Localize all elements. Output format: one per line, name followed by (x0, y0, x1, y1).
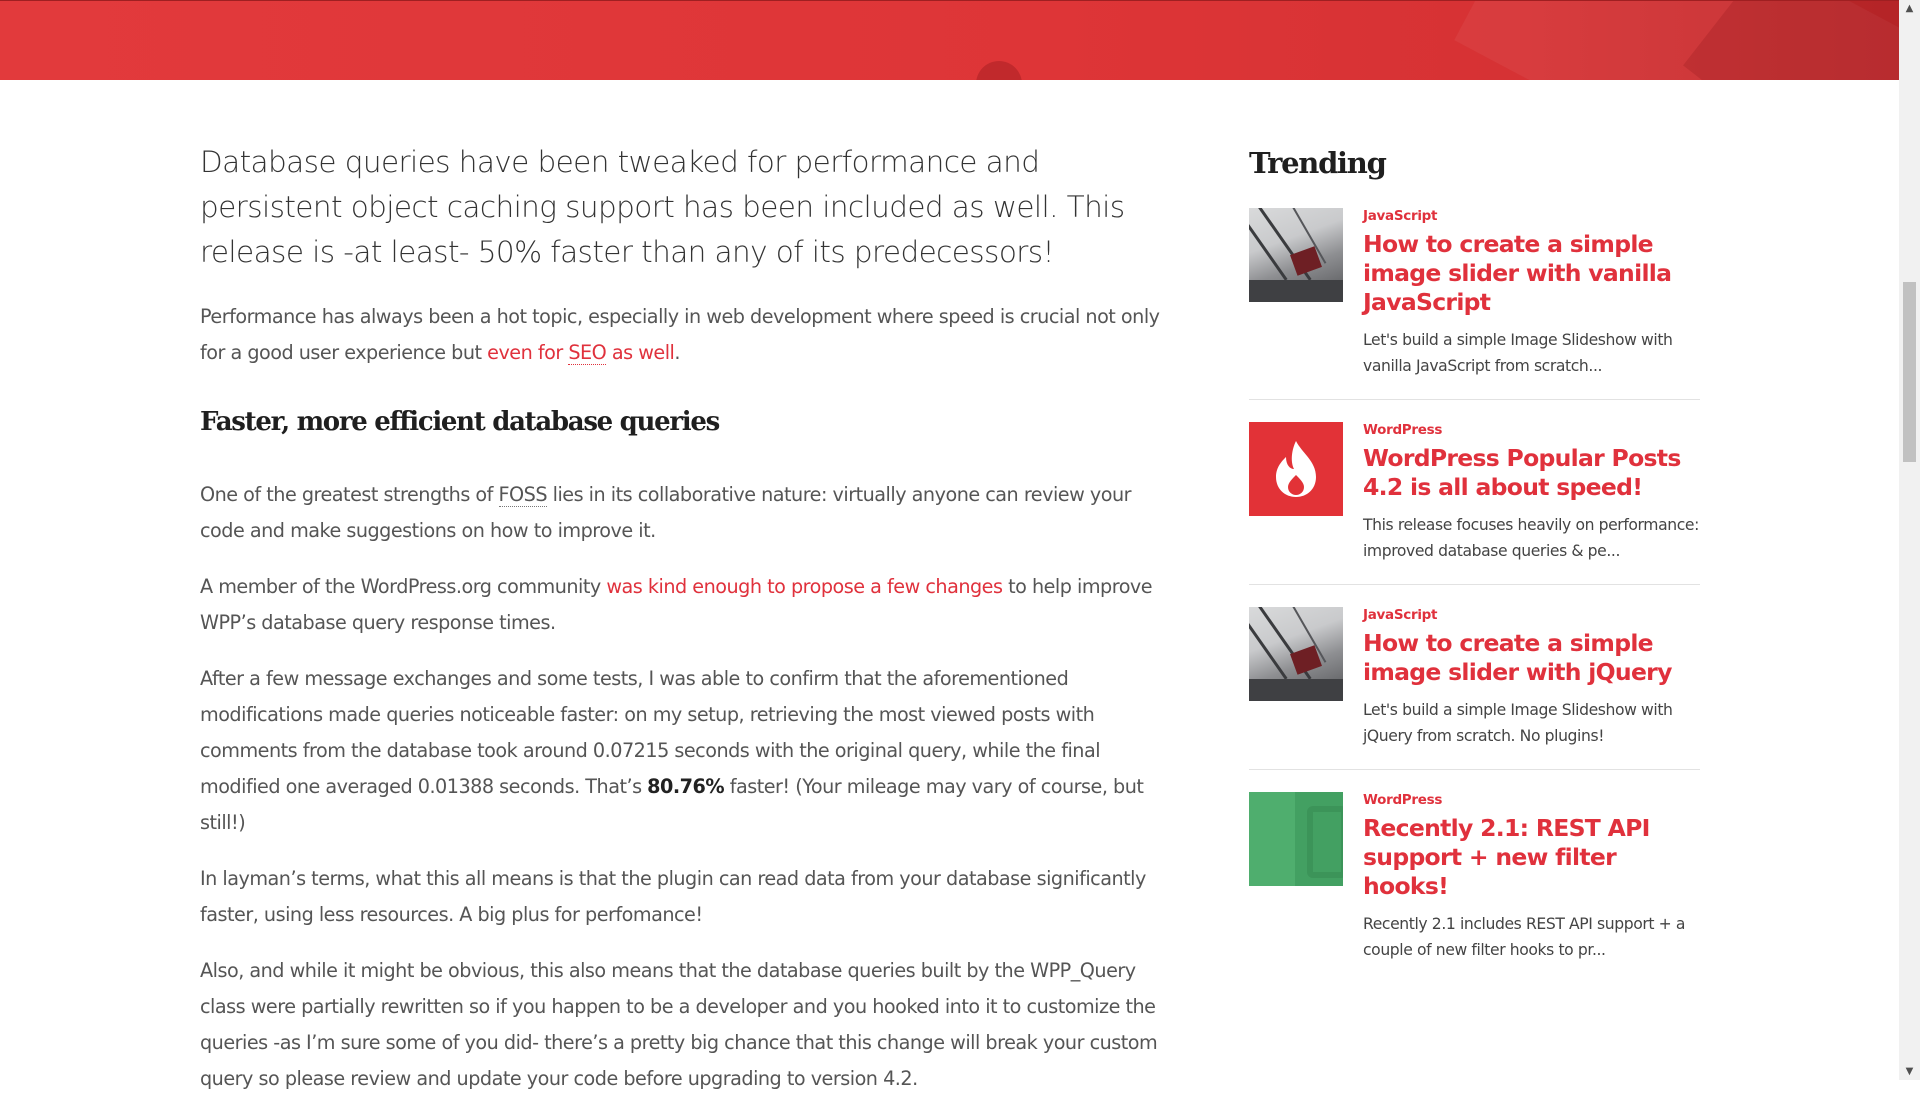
scroll-up-arrow-icon[interactable]: ▲ (1899, 0, 1920, 17)
trending-item: WordPress Recently 2.1: REST API support… (1249, 792, 1700, 983)
trending-item-category[interactable]: JavaScript (1363, 208, 1700, 224)
section-heading: Faster, more efficient database queries (200, 407, 720, 437)
vertical-scrollbar[interactable]: ▲ ▼ (1899, 0, 1920, 1080)
trending-item-body: WordPress Recently 2.1: REST API support… (1363, 792, 1700, 963)
scrollbar-thumb[interactable] (1903, 282, 1916, 462)
paragraph-text: A member of the WordPress.org community (200, 575, 607, 598)
trending-item-title-link[interactable]: Recently 2.1: REST API support + new fil… (1363, 814, 1700, 901)
trending-item-excerpt: This release focuses heavily on performa… (1363, 516, 1699, 560)
trending-item-title-link[interactable]: How to create a simple image slider with… (1363, 230, 1700, 317)
trending-item-title-link[interactable]: WordPress Popular Posts 4.2 is all about… (1363, 444, 1700, 502)
article-paragraph: After a few message exchanges and some t… (200, 661, 1172, 841)
article-lead: Database queries have been tweaked for p… (200, 145, 1125, 269)
link-text: even for (487, 341, 569, 364)
trending-item-excerpt: Recently 2.1 includes REST API support +… (1363, 915, 1686, 959)
swing-ride-photo-thumbnail[interactable] (1249, 607, 1343, 701)
seo-abbreviation: SEO (568, 341, 607, 365)
header-decoration (976, 61, 1022, 80)
recently-plugin-logo-icon[interactable] (1249, 792, 1343, 886)
trending-item-title-link[interactable]: How to create a simple image slider with… (1363, 629, 1700, 687)
flame-icon[interactable] (1249, 422, 1343, 516)
trending-item-body: JavaScript How to create a simple image … (1363, 208, 1700, 379)
speed-improvement-figure: 80.76% (647, 775, 725, 798)
page: Database queries have been tweaked for p… (0, 0, 1899, 1090)
paragraph-text: One of the greatest strengths of (200, 483, 499, 506)
trending-item-category[interactable]: WordPress (1363, 422, 1700, 438)
swing-ride-photo-thumbnail[interactable] (1249, 208, 1343, 302)
article-paragraph: One of the greatest strengths of FOSS li… (200, 477, 1172, 549)
trending-sidebar: Trending JavaScript How to create a simp… (1249, 146, 1700, 1005)
header-banner (0, 0, 1899, 80)
article-content: Database queries have been tweaked for p… (200, 140, 1172, 1117)
trending-item-body: WordPress WordPress Popular Posts 4.2 is… (1363, 422, 1700, 564)
article-paragraph: In layman’s terms, what this all means i… (200, 867, 1146, 926)
trending-item: JavaScript How to create a simple image … (1249, 607, 1700, 770)
sidebar-title: Trending (1249, 146, 1387, 180)
paragraph-text: . (674, 341, 680, 364)
trending-item-excerpt: Let's build a simple Image Slideshow wit… (1363, 331, 1673, 375)
trending-item: JavaScript How to create a simple image … (1249, 208, 1700, 400)
trending-item-category[interactable]: WordPress (1363, 792, 1700, 808)
trending-item-body: JavaScript How to create a simple image … (1363, 607, 1700, 749)
link-text: as well (606, 341, 675, 364)
article-paragraph: Performance has always been a hot topic,… (200, 299, 1172, 371)
scroll-down-arrow-icon[interactable]: ▼ (1899, 1063, 1920, 1080)
trending-item: WordPress WordPress Popular Posts 4.2 is… (1249, 422, 1700, 585)
trending-item-category[interactable]: JavaScript (1363, 607, 1700, 623)
trending-item-excerpt: Let's build a simple Image Slideshow wit… (1363, 701, 1673, 745)
seo-link[interactable]: even for SEO as well (487, 341, 675, 365)
article-paragraph: Also, and while it might be obvious, thi… (200, 959, 1158, 1090)
foss-abbreviation[interactable]: FOSS (498, 483, 548, 507)
proposed-changes-link[interactable]: was kind enough to propose a few changes (606, 575, 1003, 598)
article-paragraph: A member of the WordPress.org community … (200, 569, 1172, 641)
